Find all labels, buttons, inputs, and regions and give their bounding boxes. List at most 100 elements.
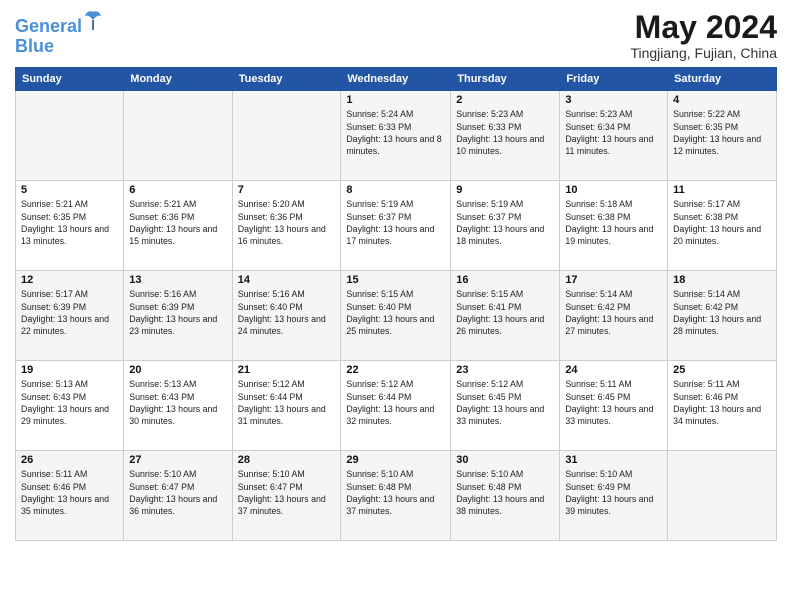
day-info: Sunrise: 5:13 AM Sunset: 6:43 PM Dayligh… — [129, 378, 226, 427]
calendar-cell: 23 Sunrise: 5:12 AM Sunset: 6:45 PM Dayli… — [451, 361, 560, 451]
day-info: Sunrise: 5:12 AM Sunset: 6:44 PM Dayligh… — [238, 378, 336, 427]
logo: General Blue — [15, 10, 102, 57]
day-number: 2 — [456, 94, 554, 106]
calendar-cell: 10 Sunrise: 5:18 AM Sunset: 6:38 PM Dayli… — [560, 181, 668, 271]
logo-text: General Blue — [15, 10, 102, 57]
day-number: 30 — [456, 454, 554, 466]
calendar-cell — [124, 91, 232, 181]
calendar-cell: 16 Sunrise: 5:15 AM Sunset: 6:41 PM Dayli… — [451, 271, 560, 361]
day-info: Sunrise: 5:15 AM Sunset: 6:41 PM Dayligh… — [456, 288, 554, 337]
calendar-cell: 15Sunrise: 5:15 AM Sunset: 6:40 PM Dayli… — [341, 271, 451, 361]
weekday-thursday: Thursday — [451, 68, 560, 91]
title-block: May 2024 Tingjiang, Fujian, China — [630, 10, 777, 61]
weekday-saturday: Saturday — [668, 68, 777, 91]
day-number: 16 — [456, 274, 554, 286]
logo-blue: Blue — [15, 36, 54, 56]
day-number: 13 — [129, 274, 226, 286]
location: Tingjiang, Fujian, China — [630, 45, 777, 61]
day-number: 1 — [346, 94, 445, 106]
month-year: May 2024 — [630, 10, 777, 45]
calendar-cell: 19 Sunrise: 5:13 AM Sunset: 6:43 PM Dayli… — [16, 361, 124, 451]
day-info: Sunrise: 5:14 AM Sunset: 6:42 PM Dayligh… — [565, 288, 662, 337]
day-info: Sunrise: 5:14 AM Sunset: 6:42 PM Dayligh… — [673, 288, 771, 337]
day-info: Sunrise: 5:19 AM Sunset: 6:37 PM Dayligh… — [456, 198, 554, 247]
day-info: Sunrise: 5:10 AM Sunset: 6:48 PM Dayligh… — [456, 468, 554, 517]
calendar-cell: 30 Sunrise: 5:10 AM Sunset: 6:48 PM Dayli… — [451, 451, 560, 541]
day-info: Sunrise: 5:13 AM Sunset: 6:43 PM Dayligh… — [21, 378, 118, 427]
day-number: 20 — [129, 364, 226, 376]
day-info: Sunrise: 5:23 AM Sunset: 6:33 PM Dayligh… — [456, 108, 554, 157]
calendar-cell: 21Sunrise: 5:12 AM Sunset: 6:44 PM Dayli… — [232, 361, 341, 451]
day-info: Sunrise: 5:10 AM Sunset: 6:47 PM Dayligh… — [238, 468, 336, 517]
day-info: Sunrise: 5:11 AM Sunset: 6:46 PM Dayligh… — [673, 378, 771, 427]
day-info: Sunrise: 5:24 AM Sunset: 6:33 PM Dayligh… — [346, 108, 445, 157]
day-info: Sunrise: 5:20 AM Sunset: 6:36 PM Dayligh… — [238, 198, 336, 247]
day-info: Sunrise: 5:17 AM Sunset: 6:38 PM Dayligh… — [673, 198, 771, 247]
calendar-cell: 4 Sunrise: 5:22 AM Sunset: 6:35 PM Daylig… — [668, 91, 777, 181]
day-info: Sunrise: 5:11 AM Sunset: 6:46 PM Dayligh… — [21, 468, 118, 517]
calendar-cell: 27 Sunrise: 5:10 AM Sunset: 6:47 PM Dayli… — [124, 451, 232, 541]
calendar-cell: 8 Sunrise: 5:19 AM Sunset: 6:37 PM Daylig… — [341, 181, 451, 271]
calendar-cell — [668, 451, 777, 541]
day-info: Sunrise: 5:22 AM Sunset: 6:35 PM Dayligh… — [673, 108, 771, 157]
calendar-cell: 5 Sunrise: 5:21 AM Sunset: 6:35 PM Daylig… — [16, 181, 124, 271]
calendar-cell: 3 Sunrise: 5:23 AM Sunset: 6:34 PM Daylig… — [560, 91, 668, 181]
calendar-cell: 6 Sunrise: 5:21 AM Sunset: 6:36 PM Daylig… — [124, 181, 232, 271]
day-number: 8 — [346, 184, 445, 196]
calendar-table: SundayMondayTuesdayWednesdayThursdayFrid… — [15, 67, 777, 541]
weekday-header-row: SundayMondayTuesdayWednesdayThursdayFrid… — [16, 68, 777, 91]
header: General Blue May 2024 Tingjiang, Fujian,… — [15, 10, 777, 61]
day-number: 6 — [129, 184, 226, 196]
calendar-cell — [232, 91, 341, 181]
day-info: Sunrise: 5:12 AM Sunset: 6:44 PM Dayligh… — [346, 378, 445, 427]
weekday-sunday: Sunday — [16, 68, 124, 91]
calendar-cell: 22 Sunrise: 5:12 AM Sunset: 6:44 PM Dayli… — [341, 361, 451, 451]
day-info: Sunrise: 5:23 AM Sunset: 6:34 PM Dayligh… — [565, 108, 662, 157]
day-info: Sunrise: 5:16 AM Sunset: 6:40 PM Dayligh… — [238, 288, 336, 337]
day-number: 28 — [238, 454, 336, 466]
calendar-cell: 28 Sunrise: 5:10 AM Sunset: 6:47 PM Dayli… — [232, 451, 341, 541]
day-number: 29 — [346, 454, 445, 466]
weekday-tuesday: Tuesday — [232, 68, 341, 91]
day-number: 31 — [565, 454, 662, 466]
day-number: 26 — [21, 454, 118, 466]
calendar-cell: 2 Sunrise: 5:23 AM Sunset: 6:33 PM Daylig… — [451, 91, 560, 181]
day-number: 9 — [456, 184, 554, 196]
calendar-cell: 25Sunrise: 5:11 AM Sunset: 6:46 PM Dayli… — [668, 361, 777, 451]
day-number: 19 — [21, 364, 118, 376]
day-info: Sunrise: 5:21 AM Sunset: 6:36 PM Dayligh… — [129, 198, 226, 247]
day-number: 5 — [21, 184, 118, 196]
day-info: Sunrise: 5:21 AM Sunset: 6:35 PM Dayligh… — [21, 198, 118, 247]
calendar-cell: 13Sunrise: 5:16 AM Sunset: 6:39 PM Dayli… — [124, 271, 232, 361]
day-number: 10 — [565, 184, 662, 196]
calendar-cell: 24Sunrise: 5:11 AM Sunset: 6:45 PM Dayli… — [560, 361, 668, 451]
calendar-cell: 20 Sunrise: 5:13 AM Sunset: 6:43 PM Dayli… — [124, 361, 232, 451]
day-number: 3 — [565, 94, 662, 106]
day-number: 23 — [456, 364, 554, 376]
week-row-4: 26 Sunrise: 5:11 AM Sunset: 6:46 PM Dayli… — [16, 451, 777, 541]
day-number: 27 — [129, 454, 226, 466]
calendar-cell: 9 Sunrise: 5:19 AM Sunset: 6:37 PM Daylig… — [451, 181, 560, 271]
day-info: Sunrise: 5:18 AM Sunset: 6:38 PM Dayligh… — [565, 198, 662, 247]
day-number: 4 — [673, 94, 771, 106]
week-row-2: 12Sunrise: 5:17 AM Sunset: 6:39 PM Dayli… — [16, 271, 777, 361]
calendar-cell: 12Sunrise: 5:17 AM Sunset: 6:39 PM Dayli… — [16, 271, 124, 361]
day-number: 15 — [346, 274, 445, 286]
day-number: 22 — [346, 364, 445, 376]
day-info: Sunrise: 5:19 AM Sunset: 6:37 PM Dayligh… — [346, 198, 445, 247]
day-number: 14 — [238, 274, 336, 286]
calendar-cell: 14 Sunrise: 5:16 AM Sunset: 6:40 PM Dayli… — [232, 271, 341, 361]
day-info: Sunrise: 5:10 AM Sunset: 6:48 PM Dayligh… — [346, 468, 445, 517]
calendar-cell: 1 Sunrise: 5:24 AM Sunset: 6:33 PM Daylig… — [341, 91, 451, 181]
logo-general: General — [15, 16, 82, 36]
day-info: Sunrise: 5:12 AM Sunset: 6:45 PM Dayligh… — [456, 378, 554, 427]
week-row-1: 5 Sunrise: 5:21 AM Sunset: 6:35 PM Daylig… — [16, 181, 777, 271]
logo-bird-icon — [84, 10, 102, 32]
day-info: Sunrise: 5:10 AM Sunset: 6:49 PM Dayligh… — [565, 468, 662, 517]
day-info: Sunrise: 5:10 AM Sunset: 6:47 PM Dayligh… — [129, 468, 226, 517]
weekday-monday: Monday — [124, 68, 232, 91]
calendar-cell: 17Sunrise: 5:14 AM Sunset: 6:42 PM Dayli… — [560, 271, 668, 361]
calendar-cell: 11Sunrise: 5:17 AM Sunset: 6:38 PM Dayli… — [668, 181, 777, 271]
day-number: 24 — [565, 364, 662, 376]
page: General Blue May 2024 Tingjiang, Fujian,… — [0, 0, 792, 612]
